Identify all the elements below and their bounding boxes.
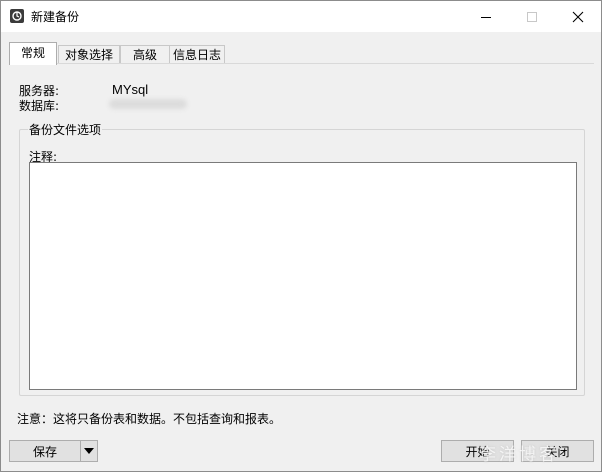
database-label: 数据库: (19, 99, 60, 113)
close-icon (572, 11, 584, 23)
maximize-icon (527, 12, 537, 22)
group-title: 备份文件选项 (28, 121, 103, 138)
tab-advanced[interactable]: 高级 (120, 45, 170, 64)
minimize-button[interactable] (463, 1, 509, 32)
tab-general[interactable]: 常规 (9, 42, 57, 65)
general-panel: 服务器: MYsql 数据库: 备份文件选项 注释: (9, 63, 594, 434)
notes-textarea[interactable] (29, 162, 577, 390)
tab-object-selection[interactable]: 对象选择 (58, 45, 120, 64)
maximize-button[interactable] (509, 1, 555, 32)
title-bar: 新建备份 (1, 1, 601, 32)
start-button[interactable]: 开始 (441, 440, 514, 462)
footnote-text: 注意：这将只备份表和数据。不包括查询和报表。 (17, 412, 282, 426)
window-title: 新建备份 (31, 10, 80, 24)
database-value-redacted (109, 99, 187, 109)
close-button[interactable]: 关闭 (521, 440, 594, 462)
close-window-button[interactable] (555, 1, 601, 32)
backup-app-icon (10, 9, 24, 23)
server-value: MYsql (112, 82, 149, 97)
tab-message-log[interactable]: 信息日志 (169, 45, 225, 64)
save-dropdown-button[interactable] (80, 440, 98, 462)
backup-file-options-group: 备份文件选项 注释: (19, 121, 585, 396)
backup-dialog: 新建备份 常规 对象选择 高级 信息日志 服务器: MYsql 数据库: 备份文… (0, 0, 602, 472)
triangle-down-icon (84, 448, 94, 454)
minimize-icon (481, 17, 491, 18)
save-button[interactable]: 保存 (9, 440, 81, 462)
